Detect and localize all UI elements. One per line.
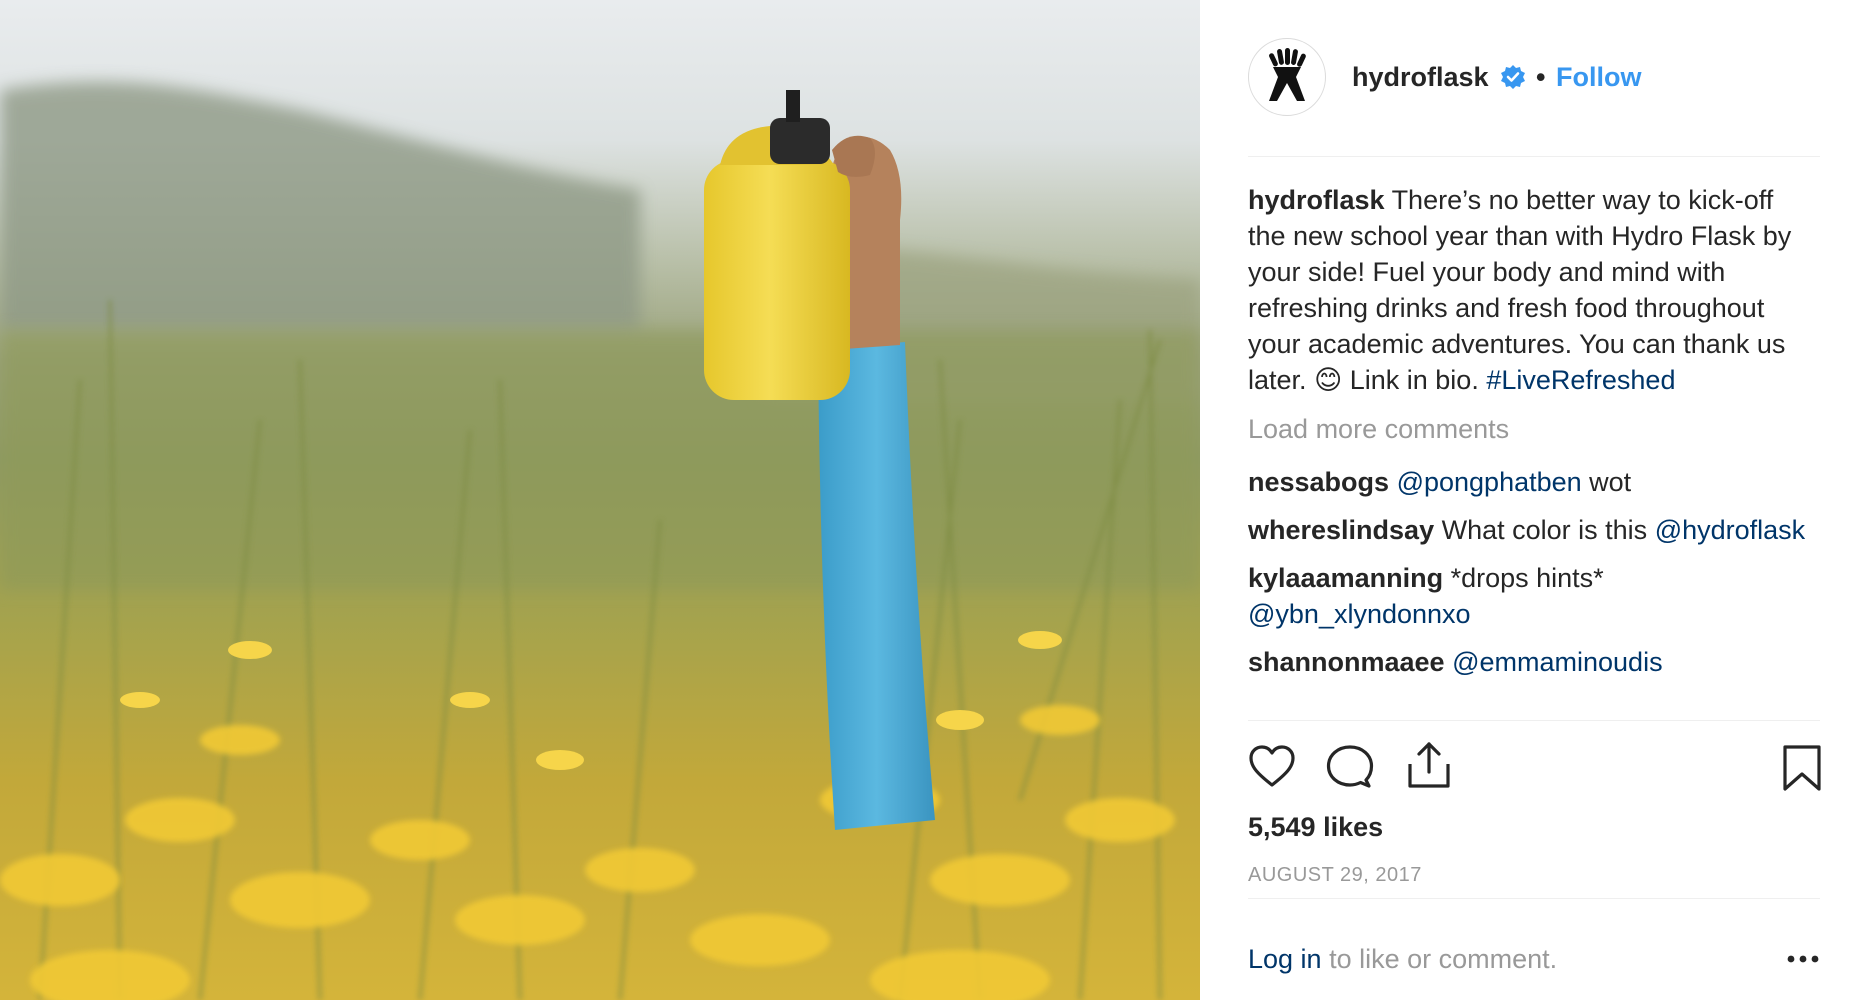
comment-username[interactable]: kylaaamanning [1248, 563, 1443, 593]
comment-text: wot [1589, 467, 1632, 497]
login-prompt-text: to like or comment. [1321, 944, 1558, 974]
hydroflask-logo-icon [1250, 40, 1324, 114]
comment-username[interactable]: nessabogs [1248, 467, 1389, 497]
footer-divider [1248, 898, 1820, 899]
caption-username[interactable]: hydroflask [1248, 185, 1385, 215]
photo-scene-illustration [0, 81, 1200, 1000]
comment-item: nessabogs @pongphatben wot [1248, 464, 1808, 500]
login-link[interactable]: Log in [1248, 944, 1322, 974]
hydroflask-logo-avatar[interactable] [1248, 38, 1326, 116]
instagram-post: hydroflask • Follow hydroflask There’s n… [0, 0, 1868, 1000]
actions-divider [1248, 720, 1820, 721]
post-caption: hydroflask There’s no better way to kick… [1248, 182, 1808, 398]
likes-count[interactable]: 5,549 likes [1248, 812, 1383, 843]
comment-item: whereslindsay What color is this @hydrof… [1248, 512, 1808, 548]
login-prompt: Log in to like or comment. [1248, 944, 1557, 975]
comment-username[interactable]: whereslindsay [1248, 515, 1434, 545]
post-side-panel: hydroflask • Follow hydroflask There’s n… [1200, 0, 1868, 1000]
share-upload-icon[interactable] [1406, 740, 1452, 790]
header-divider [1248, 156, 1820, 157]
header-username[interactable]: hydroflask [1352, 62, 1489, 93]
comment-bubble-icon[interactable] [1326, 744, 1374, 790]
header-separator: • [1536, 62, 1546, 92]
smile-emoji-icon: 😊 [1314, 365, 1343, 395]
follow-button[interactable]: Follow [1556, 62, 1641, 93]
verified-badge-icon [1501, 65, 1525, 89]
caption-hashtag[interactable]: #LiveRefreshed [1486, 365, 1675, 395]
comment-username[interactable]: shannonmaaee [1248, 647, 1445, 677]
comment-item: kylaaamanning *drops hints* @ybn_xlyndon… [1248, 560, 1808, 632]
comment-mention[interactable]: @emmaminoudis [1452, 647, 1662, 677]
heart-icon[interactable] [1248, 744, 1296, 788]
post-photo[interactable] [0, 0, 1200, 1000]
comment-mention[interactable]: @hydroflask [1655, 515, 1805, 545]
load-more-comments-button[interactable]: Load more comments [1248, 414, 1509, 445]
comment-mention[interactable]: @ybn_xlyndonnxo [1248, 599, 1471, 629]
comment-mention[interactable]: @pongphatben [1397, 467, 1582, 497]
comment-text: What color is this [1441, 515, 1648, 545]
caption-text-suffix: Link in bio. [1349, 365, 1479, 395]
post-date[interactable]: AUGUST 29, 2017 [1248, 864, 1422, 887]
comments-list: nessabogs @pongphatben wot whereslindsay… [1248, 464, 1808, 692]
comment-text: *drops hints* [1450, 563, 1604, 593]
caption-text: There’s no better way to kick-off the ne… [1248, 185, 1792, 395]
comment-item: shannonmaaee @emmaminoudis [1248, 644, 1808, 680]
more-options-icon[interactable] [1786, 954, 1820, 964]
bookmark-icon[interactable] [1782, 744, 1822, 792]
